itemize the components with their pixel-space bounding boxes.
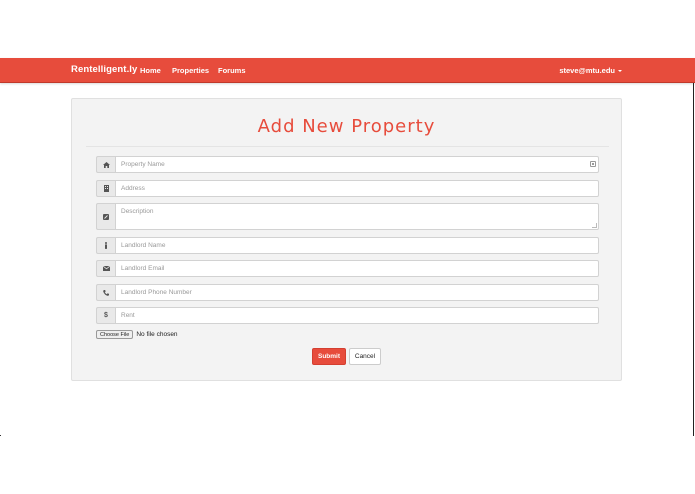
rent-input[interactable]: Rent [115, 307, 599, 324]
landlord-name-field: Landlord Name [96, 237, 599, 254]
resize-handle-icon[interactable] [592, 223, 597, 228]
caret-down-icon [618, 70, 622, 73]
page: Rentelligent.ly Home Properties Forums s… [0, 0, 695, 494]
cancel-button[interactable]: Cancel [349, 348, 381, 365]
title-divider [86, 146, 609, 147]
edit-icon [96, 203, 115, 230]
edge-mark [0, 435, 1, 436]
autofill-contact-icon[interactable] [590, 161, 596, 167]
description-placeholder: Description [121, 208, 154, 215]
navbar: Rentelligent.ly Home Properties Forums s… [0, 58, 695, 83]
landlord-name-input[interactable]: Landlord Name [115, 237, 599, 254]
form-panel: Add New Property Property Name Address D… [71, 98, 622, 381]
choose-file-button[interactable]: Choose File [96, 330, 134, 339]
rent-placeholder: Rent [121, 312, 135, 319]
submit-button[interactable]: Submit [312, 348, 346, 365]
landlord-email-field: Landlord Email [96, 260, 599, 277]
landlord-phone-placeholder: Landlord Phone Number [121, 289, 192, 296]
window-edge [693, 83, 694, 436]
person-icon [96, 237, 115, 254]
building-icon [96, 180, 115, 197]
rent-field: $ Rent [96, 307, 599, 324]
landlord-email-input[interactable]: Landlord Email [115, 260, 599, 277]
file-status: No file chosen [136, 331, 178, 338]
brand-logo[interactable]: Rentelligent.ly [71, 64, 137, 75]
address-input[interactable]: Address [115, 180, 599, 197]
phone-icon [96, 284, 115, 301]
nav-link-home[interactable]: Home [140, 66, 161, 75]
address-placeholder: Address [121, 185, 145, 192]
landlord-email-placeholder: Landlord Email [121, 265, 165, 272]
user-email: steve@mtu.edu [559, 66, 615, 75]
nav-link-properties[interactable]: Properties [172, 66, 209, 75]
landlord-phone-input[interactable]: Landlord Phone Number [115, 284, 599, 301]
nav-link-forums[interactable]: Forums [218, 66, 246, 75]
home-icon [96, 156, 115, 173]
property-name-input[interactable]: Property Name [115, 156, 599, 173]
envelope-icon [96, 260, 115, 277]
address-field: Address [96, 180, 599, 197]
dollar-icon: $ [96, 307, 115, 324]
description-textarea[interactable]: Description [115, 203, 599, 230]
landlord-name-placeholder: Landlord Name [121, 242, 166, 249]
file-upload: Choose File No file chosen [96, 330, 178, 339]
property-name-field: Property Name [96, 156, 599, 173]
form-title: Add New Property [257, 116, 436, 137]
description-field: Description [96, 203, 599, 230]
property-name-placeholder: Property Name [121, 161, 165, 168]
landlord-phone-field: Landlord Phone Number [96, 284, 599, 301]
user-menu[interactable]: steve@mtu.edu [559, 66, 622, 75]
